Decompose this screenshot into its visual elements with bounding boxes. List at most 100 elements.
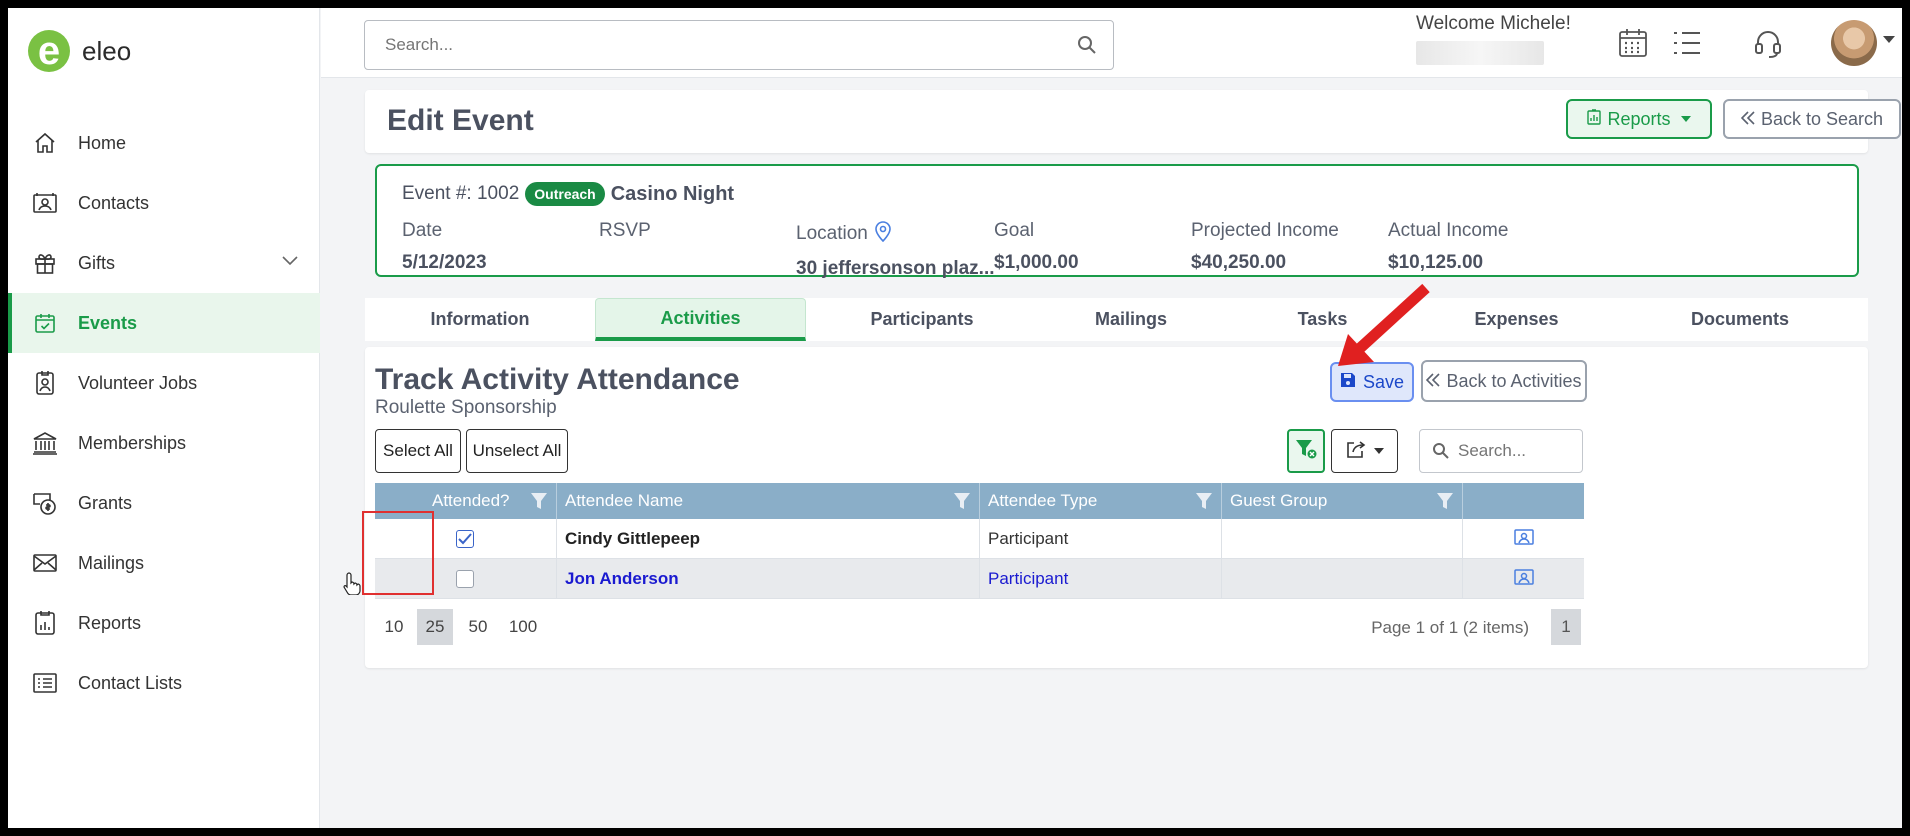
brand[interactable]: e eleo bbox=[28, 30, 131, 72]
attendee-name[interactable]: Jon Anderson bbox=[557, 559, 980, 599]
column-label: Attended? bbox=[432, 491, 510, 510]
page-number-button[interactable]: 1 bbox=[1551, 609, 1581, 645]
global-search-input[interactable] bbox=[365, 21, 1025, 69]
column-header-attendee-name[interactable]: Attendee Name bbox=[557, 483, 980, 519]
sidebar-item-events[interactable]: Events bbox=[8, 293, 320, 353]
back-to-activities-button[interactable]: Back to Activities bbox=[1421, 360, 1587, 402]
brand-name: eleo bbox=[82, 35, 132, 66]
report-chart-icon bbox=[1587, 108, 1602, 130]
sidebar-item-contact-lists[interactable]: Contact Lists bbox=[8, 653, 320, 713]
double-chevron-left-icon bbox=[1740, 109, 1755, 130]
app-window: e eleo Home Contacts Gifts Events Volunt… bbox=[8, 8, 1902, 828]
actions-cell bbox=[1463, 559, 1584, 599]
tab-activities[interactable]: Activities bbox=[595, 298, 806, 341]
column-header-guest-group[interactable]: Guest Group bbox=[1222, 483, 1463, 519]
sidebar-item-label: Mailings bbox=[78, 552, 145, 573]
search-icon bbox=[1432, 442, 1450, 465]
grid-header: Attended? Attendee Name Attendee Type Gu… bbox=[375, 483, 1584, 519]
calendar-grid-icon[interactable] bbox=[1618, 28, 1648, 63]
sidebar-item-label: Gifts bbox=[78, 252, 116, 273]
chevron-down-icon[interactable] bbox=[282, 253, 298, 271]
event-field-actual-income: Actual Income $10,125.00 bbox=[1388, 220, 1508, 274]
event-name: Casino Night bbox=[610, 182, 735, 205]
field-label: Actual Income bbox=[1388, 220, 1509, 241]
export-icon bbox=[1346, 440, 1366, 463]
blurred-account-info bbox=[1416, 41, 1544, 65]
page-header: Edit Event Reports Back to Search bbox=[365, 90, 1901, 153]
filter-clear-icon bbox=[1295, 439, 1317, 464]
unselect-all-button[interactable]: Unselect All bbox=[466, 429, 568, 473]
field-label: Location bbox=[796, 223, 868, 244]
sidebar-item-home[interactable]: Home bbox=[8, 113, 320, 173]
export-dropdown-button[interactable] bbox=[1331, 429, 1398, 473]
sidebar: e eleo Home Contacts Gifts Events Volunt… bbox=[8, 8, 320, 828]
pager: 10 25 50 100 Page 1 of 1 (2 items) 1 bbox=[375, 609, 1584, 649]
attended-checkbox[interactable] bbox=[456, 570, 474, 588]
reports-button[interactable]: Reports bbox=[1566, 99, 1712, 139]
event-field-location: Location 30 jeffersonson plaz... bbox=[796, 220, 995, 280]
page-size-50[interactable]: 50 bbox=[459, 609, 497, 645]
sidebar-item-grants[interactable]: Grants bbox=[8, 473, 320, 533]
sidebar-item-reports[interactable]: Reports bbox=[8, 593, 320, 653]
search-icon[interactable] bbox=[1077, 35, 1097, 60]
panel-title: Track Activity Attendance bbox=[375, 363, 740, 396]
filter-icon[interactable] bbox=[1436, 492, 1454, 515]
headset-icon[interactable] bbox=[1753, 28, 1783, 63]
back-to-activities-label: Back to Activities bbox=[1446, 370, 1582, 391]
table-row[interactable]: Cindy Gittlepeep Participant bbox=[375, 519, 1584, 559]
global-search[interactable] bbox=[364, 20, 1114, 70]
column-label: Attendee Type bbox=[988, 491, 1098, 510]
column-header-attendee-type[interactable]: Attendee Type bbox=[980, 483, 1222, 519]
contact-card-icon[interactable] bbox=[1513, 568, 1534, 590]
event-field-goal: Goal $1,000.00 bbox=[994, 220, 1079, 274]
list-icon bbox=[30, 668, 60, 698]
tab-mailings[interactable]: Mailings bbox=[1038, 298, 1224, 341]
tab-participants[interactable]: Participants bbox=[806, 298, 1038, 341]
page-size-25[interactable]: 25 bbox=[417, 609, 453, 645]
event-number: Event #: 1002 bbox=[402, 183, 520, 204]
sidebar-item-memberships[interactable]: Memberships bbox=[8, 413, 320, 473]
sidebar-item-gifts[interactable]: Gifts bbox=[8, 233, 320, 293]
guest-group bbox=[1222, 559, 1463, 599]
field-label: RSVP bbox=[599, 220, 651, 241]
sidebar-item-contacts[interactable]: Contacts bbox=[8, 173, 320, 233]
contact-card-icon[interactable] bbox=[1513, 528, 1534, 550]
page-size-100[interactable]: 100 bbox=[501, 609, 545, 645]
field-value: 5/12/2023 bbox=[402, 252, 487, 273]
table-row[interactable]: Jon Anderson Participant bbox=[375, 559, 1584, 599]
select-all-button[interactable]: Select All bbox=[375, 429, 461, 473]
attendee-type: Participant bbox=[980, 519, 1222, 559]
back-to-search-label: Back to Search bbox=[1760, 108, 1884, 129]
filter-icon[interactable] bbox=[953, 492, 971, 515]
task-list-icon[interactable] bbox=[1672, 30, 1702, 61]
caret-down-icon bbox=[1680, 116, 1691, 122]
attendee-type: Participant bbox=[980, 559, 1222, 599]
grid-search-input[interactable] bbox=[1458, 430, 1578, 472]
sidebar-item-label: Grants bbox=[78, 492, 133, 513]
top-bar: Welcome Michele! bbox=[321, 8, 1902, 78]
sidebar-item-label: Volunteer Jobs bbox=[78, 372, 198, 393]
caret-down-icon[interactable] bbox=[1883, 36, 1895, 43]
attendee-name[interactable]: Cindy Gittlepeep bbox=[557, 519, 980, 559]
tab-expenses[interactable]: Expenses bbox=[1421, 298, 1612, 341]
field-label: Date bbox=[402, 220, 443, 241]
welcome-text: Welcome Michele! bbox=[1416, 13, 1571, 34]
tab-documents[interactable]: Documents bbox=[1612, 298, 1868, 341]
clear-filter-button[interactable] bbox=[1287, 429, 1325, 473]
page-info: Page 1 of 1 (2 items) bbox=[1371, 618, 1529, 637]
user-avatar[interactable] bbox=[1831, 20, 1877, 66]
page-size-10[interactable]: 10 bbox=[375, 609, 413, 645]
back-to-search-button[interactable]: Back to Search bbox=[1723, 99, 1901, 139]
tab-information[interactable]: Information bbox=[365, 298, 595, 341]
grid-search[interactable] bbox=[1419, 429, 1583, 473]
column-header-actions bbox=[1463, 483, 1584, 519]
sidebar-item-label: Memberships bbox=[78, 432, 187, 453]
filter-icon[interactable] bbox=[1195, 492, 1213, 515]
attended-checkbox[interactable] bbox=[456, 530, 474, 548]
sidebar-item-volunteer-jobs[interactable]: Volunteer Jobs bbox=[8, 353, 320, 413]
field-value: $1,000.00 bbox=[994, 252, 1079, 273]
badge-icon bbox=[30, 368, 60, 398]
sidebar-item-mailings[interactable]: Mailings bbox=[8, 533, 320, 593]
filter-icon[interactable] bbox=[530, 492, 548, 515]
map-pin-icon[interactable] bbox=[874, 220, 892, 248]
